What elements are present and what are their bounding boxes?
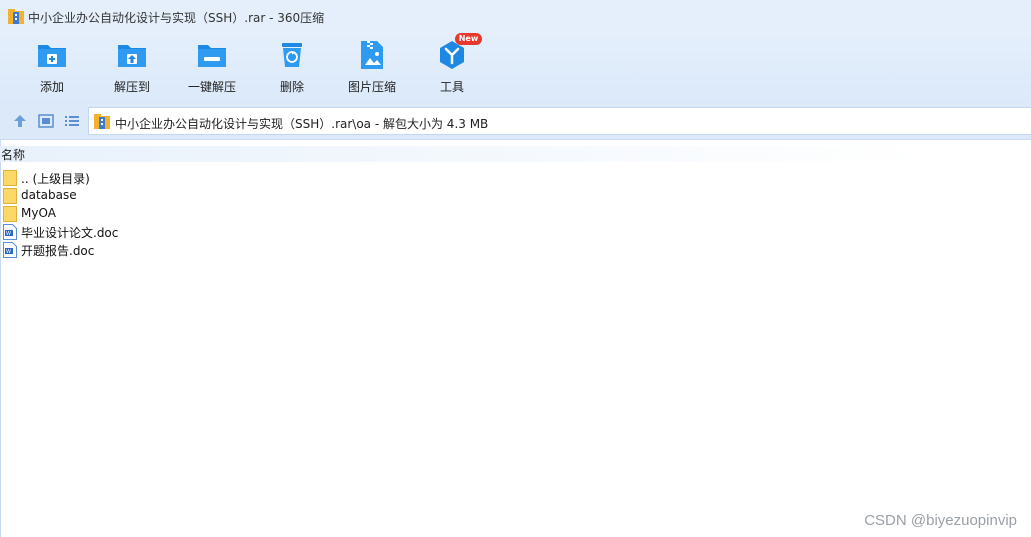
- file-name: 毕业设计论文.doc: [21, 226, 119, 240]
- delete-label: 删除: [279, 80, 304, 94]
- divider: [0, 140, 1, 537]
- list-item[interactable]: W 毕业设计论文.doc: [3, 223, 403, 241]
- list-item[interactable]: MyOA: [3, 205, 403, 223]
- list-item[interactable]: W 开题报告.doc: [3, 241, 403, 259]
- one-click-extract-icon: [198, 45, 226, 67]
- list-item[interactable]: database: [3, 187, 403, 205]
- tools-label: 工具: [439, 80, 464, 94]
- archive-icon: [94, 114, 110, 129]
- image-compress-button[interactable]: 图片压缩: [332, 33, 412, 103]
- window-title: 中小企业办公自动化设计与实现（SSH）.rar - 360压缩: [28, 11, 325, 25]
- file-list: 名称 .. (上级目录) database MyOA W 毕业设计论文.doc …: [0, 140, 1031, 537]
- file-name: MyOA: [21, 206, 56, 220]
- list-item[interactable]: .. (上级目录): [3, 169, 403, 187]
- delete-button[interactable]: 删除: [252, 33, 332, 103]
- file-name: database: [21, 188, 77, 202]
- one-click-extract-label: 一键解压: [187, 80, 236, 94]
- tools-button[interactable]: New 工具: [412, 33, 492, 103]
- column-header-name[interactable]: 名称: [0, 146, 1031, 162]
- add-button[interactable]: 添加: [12, 33, 92, 103]
- extract-to-label: 解压到: [113, 80, 150, 94]
- path-field[interactable]: 中小企业办公自动化设计与实现（SSH）.rar\oa - 解包大小为 4.3 M…: [88, 107, 1031, 135]
- folder-icon: [3, 206, 17, 222]
- folder-icon: [3, 188, 17, 204]
- word-doc-icon: W: [3, 224, 17, 240]
- file-name: .. (上级目录): [21, 172, 90, 186]
- new-badge: New: [455, 33, 482, 45]
- toolbar: 添加 解压到 一键解压 删除 图片压缩 New 工具: [0, 33, 1031, 103]
- word-doc-icon: W: [3, 242, 17, 258]
- file-name: 开题报告.doc: [21, 244, 95, 258]
- one-click-extract-button[interactable]: 一键解压: [172, 33, 252, 103]
- path-text: 中小企业办公自动化设计与实现（SSH）.rar\oa - 解包大小为 4.3 M…: [115, 117, 489, 131]
- svg-text:W: W: [6, 249, 11, 255]
- address-bar: 中小企业办公自动化设计与实现（SSH）.rar\oa - 解包大小为 4.3 M…: [0, 103, 1031, 140]
- extract-to-button[interactable]: 解压到: [92, 33, 172, 103]
- image-compress-label: 图片压缩: [347, 80, 396, 94]
- thumbnail-view-icon[interactable]: [38, 113, 54, 129]
- list-view-icon[interactable]: [64, 113, 80, 129]
- folder-icon: [3, 170, 17, 186]
- add-label: 添加: [39, 80, 64, 94]
- archive-icon: [8, 9, 24, 24]
- image-zip-icon: [361, 41, 383, 69]
- svg-text:W: W: [6, 231, 11, 237]
- up-arrow-icon[interactable]: [12, 113, 28, 129]
- title-bar: 中小企业办公自动化设计与实现（SSH）.rar - 360压缩: [0, 0, 1031, 33]
- watermark: CSDN @biyezuopinvip: [864, 512, 1017, 529]
- recycle-bin-icon: [282, 43, 302, 67]
- extract-to-icon: [118, 45, 146, 67]
- add-folder-icon: [38, 45, 66, 67]
